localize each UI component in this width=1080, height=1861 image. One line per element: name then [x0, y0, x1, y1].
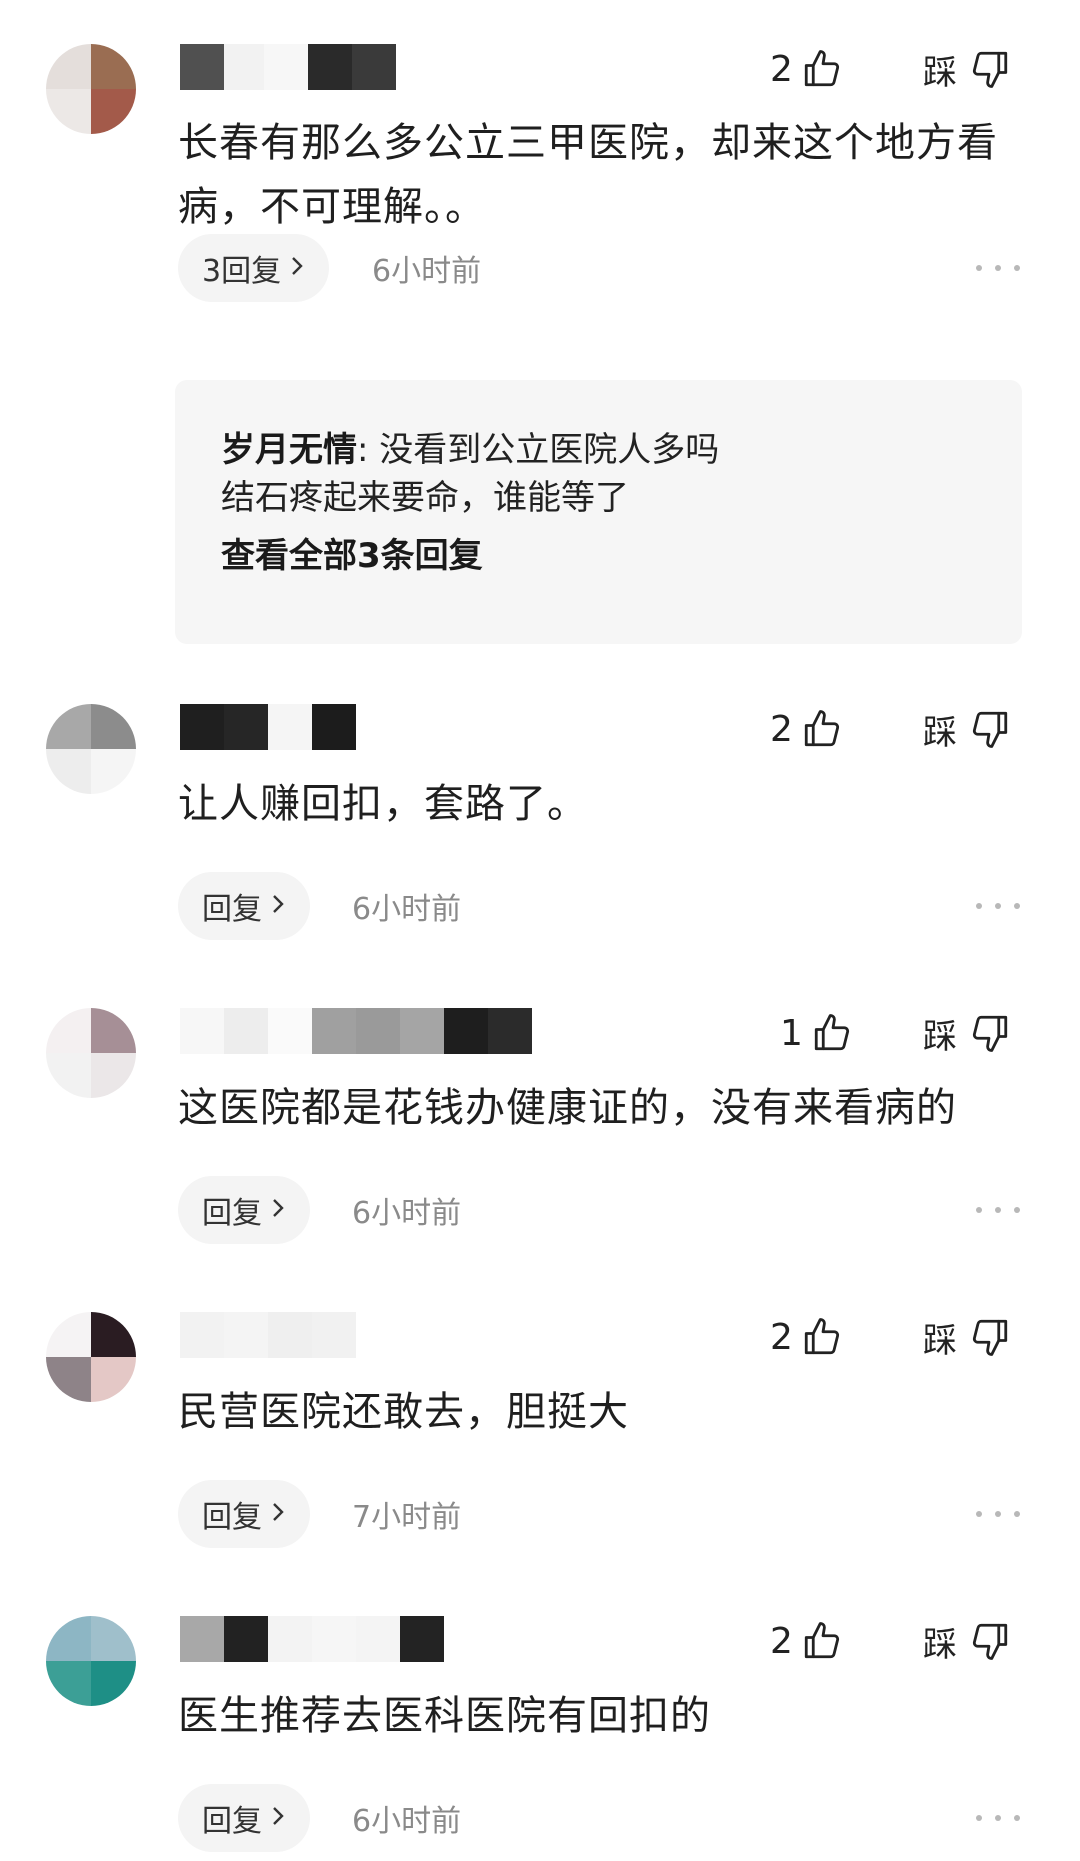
avatar[interactable]	[46, 44, 136, 134]
thumbs-up-icon	[801, 708, 843, 750]
timestamp: 6小时前	[352, 1196, 462, 1231]
chevron-right-icon	[270, 1801, 286, 1836]
reply-label: 回复	[202, 1804, 262, 1839]
avatar[interactable]	[46, 1008, 136, 1098]
reply-button[interactable]: 回复	[178, 1176, 310, 1244]
like-count: 2	[770, 708, 793, 750]
reply-author[interactable]: 岁月无情	[221, 430, 357, 470]
like-button[interactable]: 2	[770, 706, 843, 752]
like-count: 2	[770, 48, 793, 90]
username-redacted[interactable]	[180, 704, 356, 750]
reply-preview-line: 岁月无情: 没看到公立医院人多吗	[221, 422, 719, 471]
reply-button[interactable]: 回复	[178, 872, 310, 940]
more-options-icon[interactable]	[976, 1784, 1020, 1852]
dislike-label: 踩	[923, 1624, 957, 1665]
thumbs-down-icon	[969, 1316, 1011, 1358]
reply-button[interactable]: 3回复	[178, 234, 330, 302]
thumbs-down-icon	[969, 708, 1011, 750]
like-count: 2	[770, 1620, 793, 1662]
more-options-icon[interactable]	[976, 1480, 1020, 1548]
dislike-button[interactable]: 踩	[923, 1314, 1011, 1361]
reply-label: 回复	[202, 1196, 262, 1231]
timestamp: 6小时前	[352, 1804, 462, 1839]
thumbs-down-icon	[969, 1620, 1011, 1662]
thumbs-down-icon	[969, 1012, 1011, 1054]
chevron-right-icon	[270, 889, 286, 924]
comment-text: 长春有那么多公立三甲医院，却来这个地方看病，不可理解。。	[178, 120, 998, 230]
username-redacted[interactable]	[180, 44, 396, 90]
chevron-right-icon	[289, 251, 305, 286]
dislike-button[interactable]: 踩	[923, 46, 1011, 93]
reply-button[interactable]: 回复	[178, 1480, 310, 1548]
comment-text: 医生推荐去医科医院有回扣的	[178, 1693, 711, 1739]
timestamp: 6小时前	[352, 892, 462, 927]
avatar[interactable]	[46, 1312, 136, 1402]
timestamp: 7小时前	[352, 1500, 462, 1535]
reply-text: 没看到公立医院人多吗	[379, 430, 720, 470]
username-redacted[interactable]	[180, 1008, 532, 1054]
username-redacted[interactable]	[180, 1616, 444, 1662]
dislike-button[interactable]: 踩	[923, 706, 1011, 753]
thumbs-up-icon	[801, 1316, 843, 1358]
comment-text: 民营医院还敢去，胆挺大	[178, 1389, 629, 1435]
like-button[interactable]: 2	[770, 1618, 843, 1664]
reply-button[interactable]: 回复	[178, 1784, 310, 1852]
like-button[interactable]: 2	[770, 46, 843, 92]
dislike-label: 踩	[923, 52, 957, 93]
dislike-button[interactable]: 踩	[923, 1618, 1011, 1665]
thumbs-down-icon	[969, 48, 1011, 90]
like-button[interactable]: 2	[770, 1314, 843, 1360]
avatar[interactable]	[46, 704, 136, 794]
comment-text: 这医院都是花钱办健康证的，没有来看病的	[178, 1085, 957, 1131]
chevron-right-icon	[270, 1497, 286, 1532]
dislike-label: 踩	[923, 1320, 957, 1361]
more-options-icon[interactable]	[976, 872, 1020, 940]
reply-separator: :	[357, 430, 380, 470]
comment-text: 让人赚回扣，套路了。	[178, 781, 588, 827]
like-button[interactable]: 1	[780, 1010, 853, 1056]
dislike-button[interactable]: 踩	[923, 1010, 1011, 1057]
more-options-icon[interactable]	[976, 234, 1020, 302]
thumbs-up-icon	[801, 1620, 843, 1662]
like-count: 2	[770, 1316, 793, 1358]
reply-label: 回复	[202, 1500, 262, 1535]
more-options-icon[interactable]	[976, 1176, 1020, 1244]
like-count: 1	[780, 1012, 803, 1054]
view-all-replies-link[interactable]: 查看全部3条回复	[221, 528, 483, 577]
reply-text-continued: 结石疼起来要命，谁能等了	[221, 478, 629, 518]
avatar[interactable]	[46, 1616, 136, 1706]
thumbs-up-icon	[811, 1012, 853, 1054]
username-redacted[interactable]	[180, 1312, 356, 1358]
reply-label: 3回复	[202, 254, 282, 289]
reply-preview[interactable]: 岁月无情: 没看到公立医院人多吗 结石疼起来要命，谁能等了 查看全部3条回复	[175, 380, 1022, 644]
chevron-right-icon	[270, 1193, 286, 1228]
dislike-label: 踩	[923, 712, 957, 753]
timestamp: 6小时前	[372, 254, 482, 289]
reply-label: 回复	[202, 892, 262, 927]
thumbs-up-icon	[801, 48, 843, 90]
dislike-label: 踩	[923, 1016, 957, 1057]
